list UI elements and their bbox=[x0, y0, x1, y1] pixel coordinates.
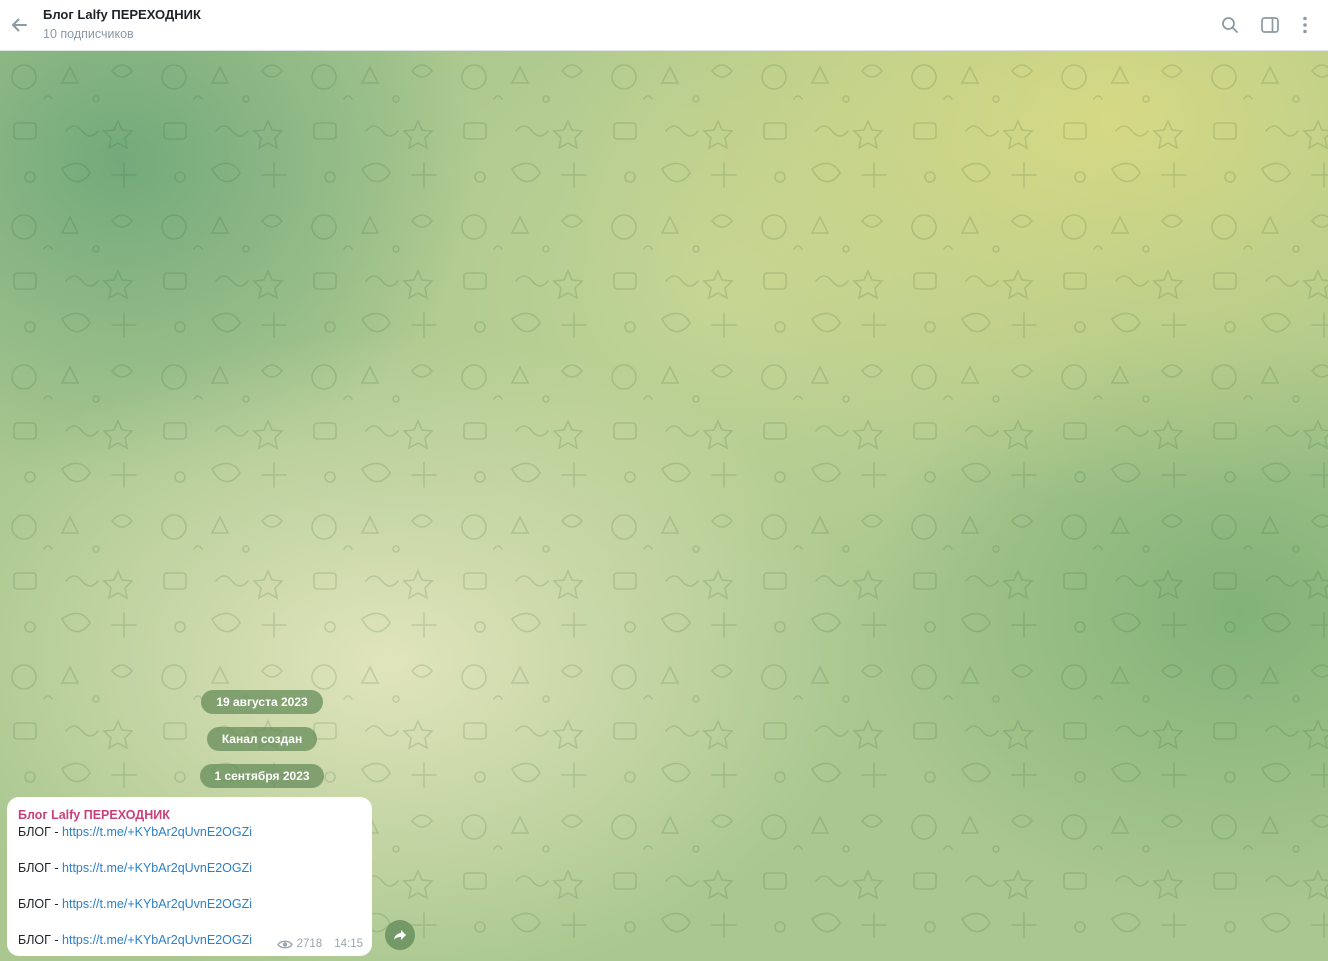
date-pill-first: 19 августа 2023 bbox=[201, 690, 323, 714]
channel-info[interactable]: Блог Lalfy ПЕРЕХОДНИК 10 подписчиков bbox=[43, 6, 201, 43]
message-text: БЛОГ - bbox=[18, 825, 63, 839]
chat-header: Блог Lalfy ПЕРЕХОДНИК 10 подписчиков bbox=[0, 0, 1328, 51]
message-line: БЛОГ - https://t.me/+KYbAr2qUvnE2OGZi bbox=[18, 895, 361, 913]
service-message-channel-created: Канал создан bbox=[207, 727, 317, 751]
message-time: 14:15 bbox=[334, 938, 363, 950]
message-text: БЛОГ - bbox=[18, 897, 63, 911]
share-button[interactable] bbox=[385, 920, 415, 950]
message-link[interactable]: https://t.me/+KYbAr2qUvnE2OGZi bbox=[62, 825, 252, 839]
message-link[interactable]: https://t.me/+KYbAr2qUvnE2OGZi bbox=[62, 933, 252, 947]
message-bubble[interactable]: Блог Lalfy ПЕРЕХОДНИК БЛОГ - https://t.m… bbox=[7, 797, 372, 956]
message-link[interactable]: https://t.me/+KYbAr2qUvnE2OGZi bbox=[62, 897, 252, 911]
sidebar-toggle-icon[interactable] bbox=[1258, 13, 1282, 37]
message-author[interactable]: Блог Lalfy ПЕРЕХОДНИК bbox=[18, 807, 361, 823]
search-icon[interactable] bbox=[1218, 13, 1242, 37]
view-count: 2718 bbox=[296, 938, 323, 950]
back-arrow-icon[interactable] bbox=[6, 12, 32, 38]
message-line: БЛОГ - https://t.me/+KYbAr2qUvnE2OGZi bbox=[18, 859, 361, 877]
message-meta: 2718 14:15 bbox=[276, 938, 363, 950]
channel-title[interactable]: Блог Lalfy ПЕРЕХОДНИК bbox=[43, 6, 201, 23]
eye-icon bbox=[276, 939, 293, 950]
subscriber-count: 10 подписчиков bbox=[43, 27, 134, 41]
more-vertical-icon[interactable] bbox=[1293, 13, 1317, 37]
message-text: БЛОГ - bbox=[18, 861, 63, 875]
message-line: БЛОГ - https://t.me/+KYbAr2qUvnE2OGZi bbox=[18, 823, 361, 841]
date-pill-second: 1 сентября 2023 bbox=[200, 764, 324, 788]
chat-area[interactable]: 19 августа 2023 Канал создан 1 сентября … bbox=[0, 51, 1328, 961]
message-link[interactable]: https://t.me/+KYbAr2qUvnE2OGZi bbox=[62, 861, 252, 875]
message-text: БЛОГ - bbox=[18, 933, 63, 947]
share-arrow-icon bbox=[393, 929, 407, 941]
